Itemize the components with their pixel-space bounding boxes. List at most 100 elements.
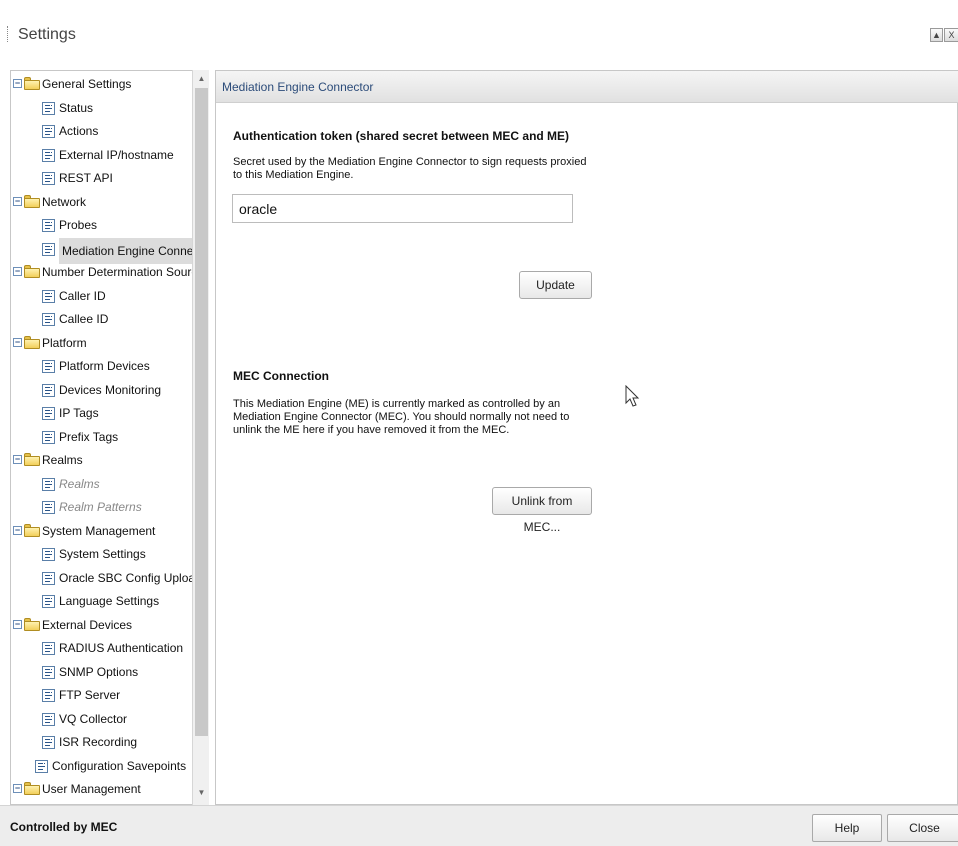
tree-item[interactable]: Prefix Tags [11, 426, 193, 448]
tree-item[interactable]: Oracle SBC Config Upload [11, 567, 202, 589]
tree-item[interactable]: − Network [11, 191, 193, 213]
settings-page-icon [42, 407, 55, 420]
scrollbar-thumb[interactable] [195, 88, 208, 736]
tree-item[interactable]: − Realms [11, 449, 193, 471]
tree-item[interactable]: − General Settings [11, 73, 193, 95]
folder-icon [24, 77, 40, 90]
tree-item[interactable]: REST API [11, 167, 193, 189]
panel-header: Mediation Engine Connector [216, 71, 958, 103]
settings-page-icon [42, 101, 55, 115]
tree-item[interactable]: Actions [11, 120, 193, 142]
tree-item-label: RADIUS Authentication [59, 641, 184, 655]
close-window-button[interactable]: X [944, 28, 958, 42]
collapse-toggle-icon[interactable]: − [13, 619, 22, 629]
tree-item-label: ISR Recording [59, 735, 138, 749]
unlink-from-mec-button[interactable]: Unlink from MEC... [492, 487, 592, 534]
tree-item[interactable]: Caller ID [11, 285, 193, 307]
tree-item-label: Configuration Savepoints [52, 758, 187, 773]
resize-grip[interactable] [7, 26, 9, 42]
window-title: Settings [18, 26, 76, 43]
tree-item-label: Probes [59, 218, 98, 232]
folder-icon [24, 265, 40, 278]
tree-item[interactable]: Realms [11, 473, 193, 495]
mec-desc-line3: unlink the ME here if you have removed i… [233, 424, 510, 436]
tree-item[interactable]: − System Management [11, 520, 193, 542]
settings-page-icon [42, 313, 55, 326]
collapse-toggle-icon[interactable]: − [13, 267, 22, 276]
tree-item[interactable]: External IP/hostname [11, 144, 193, 166]
auth-token-input[interactable] [232, 194, 573, 223]
tree-scrollbar[interactable]: ▲ ▼ [192, 70, 209, 805]
tree-item[interactable]: − User Management [11, 778, 193, 800]
mec-desc-line2: Mediation Engine Connector (MEC). You sh… [233, 411, 570, 423]
tree-item[interactable]: IP Tags [11, 402, 193, 424]
status-footer: Controlled by MEC Help Close [0, 805, 958, 846]
folder-icon [24, 782, 40, 795]
tree-item-label: Platform [42, 335, 87, 350]
folder-icon [24, 617, 40, 631]
tree-item-label: Prefix Tags [59, 429, 119, 444]
scroll-down-arrow-icon[interactable]: ▼ [196, 788, 207, 797]
tree-item[interactable]: − Number Determination Source [11, 261, 204, 283]
auth-token-desc-line1: Secret used by the Mediation Engine Conn… [233, 156, 587, 168]
scroll-up-arrow-icon[interactable]: ▲ [196, 74, 207, 83]
settings-page-icon [42, 595, 55, 608]
tree-item[interactable]: − Platform [11, 332, 193, 354]
settings-page-icon [42, 665, 55, 679]
tree-item[interactable]: SNMP Options [11, 661, 193, 683]
tree-item[interactable]: System Settings [11, 543, 193, 565]
tree-item[interactable]: RADIUS Authentication [11, 637, 193, 659]
tree-item[interactable]: Devices Monitoring [11, 379, 193, 401]
collapse-toggle-icon[interactable]: − [13, 79, 22, 88]
tree-item-label: Callee ID [59, 312, 109, 326]
settings-page-icon [42, 360, 55, 373]
auth-token-title: Authentication token (shared secret betw… [233, 129, 570, 143]
close-button[interactable]: Close [887, 814, 958, 842]
settings-page-icon [35, 759, 48, 773]
collapse-toggle-icon[interactable]: − [13, 784, 22, 793]
settings-page-icon [42, 501, 55, 514]
tree-item[interactable]: VQ Collector [11, 708, 193, 730]
collapse-toggle-icon[interactable]: − [13, 455, 22, 464]
settings-tree: − General Settings Status Actions External I… [10, 70, 209, 805]
tree-item[interactable]: Configuration Savepoints [11, 755, 193, 777]
settings-page-icon [42, 571, 55, 585]
help-button[interactable]: Help [812, 814, 882, 842]
tree-item[interactable]: Mediation Engine Connecti [11, 237, 208, 264]
tree-item-label: SNMP Options [59, 664, 139, 679]
mouse-pointer-icon [625, 385, 640, 407]
tree-item[interactable]: ISR Recording [11, 731, 193, 753]
tree-item-label: Mediation Engine Connecti [59, 237, 208, 264]
update-button[interactable]: Update [519, 271, 592, 299]
tree-item-label: REST API [59, 171, 113, 185]
tree-item-label: IP Tags [59, 406, 99, 420]
folder-icon [24, 523, 40, 537]
collapse-toggle-icon[interactable]: − [13, 337, 22, 347]
settings-page-icon [42, 148, 55, 162]
tree-item[interactable]: FTP Server [11, 684, 193, 706]
tree-item-label: Realms [42, 453, 83, 467]
folder-icon [24, 335, 40, 349]
tree-item[interactable]: Language Settings [11, 590, 193, 612]
tree-item-label: Platform Devices [59, 359, 150, 373]
tree-item[interactable]: Realm Patterns [11, 496, 193, 518]
tree-item-label: Language Settings [59, 594, 160, 608]
tree-item-label: External IP/hostname [59, 147, 174, 162]
tree-item[interactable]: − External Devices [11, 614, 193, 636]
tree-item[interactable]: Callee ID [11, 308, 193, 330]
folder-icon [24, 194, 40, 208]
settings-page-icon [42, 736, 55, 749]
tree-item[interactable]: Platform Devices [11, 355, 193, 377]
tree-item-label: System Management [42, 523, 156, 538]
tree-item-label: Devices Monitoring [59, 382, 162, 397]
settings-page-icon [42, 242, 55, 256]
tree-item-label: FTP Server [59, 688, 121, 702]
tree-item[interactable]: Probes [11, 214, 193, 236]
maximize-button[interactable]: ▲ [930, 28, 943, 42]
tree-item[interactable]: Status [11, 97, 193, 119]
mec-desc-line1: This Mediation Engine (ME) is currently … [233, 398, 561, 410]
collapse-toggle-icon[interactable]: − [13, 196, 22, 206]
settings-page-icon [42, 289, 55, 303]
settings-page-icon [42, 642, 55, 655]
collapse-toggle-icon[interactable]: − [13, 525, 22, 535]
